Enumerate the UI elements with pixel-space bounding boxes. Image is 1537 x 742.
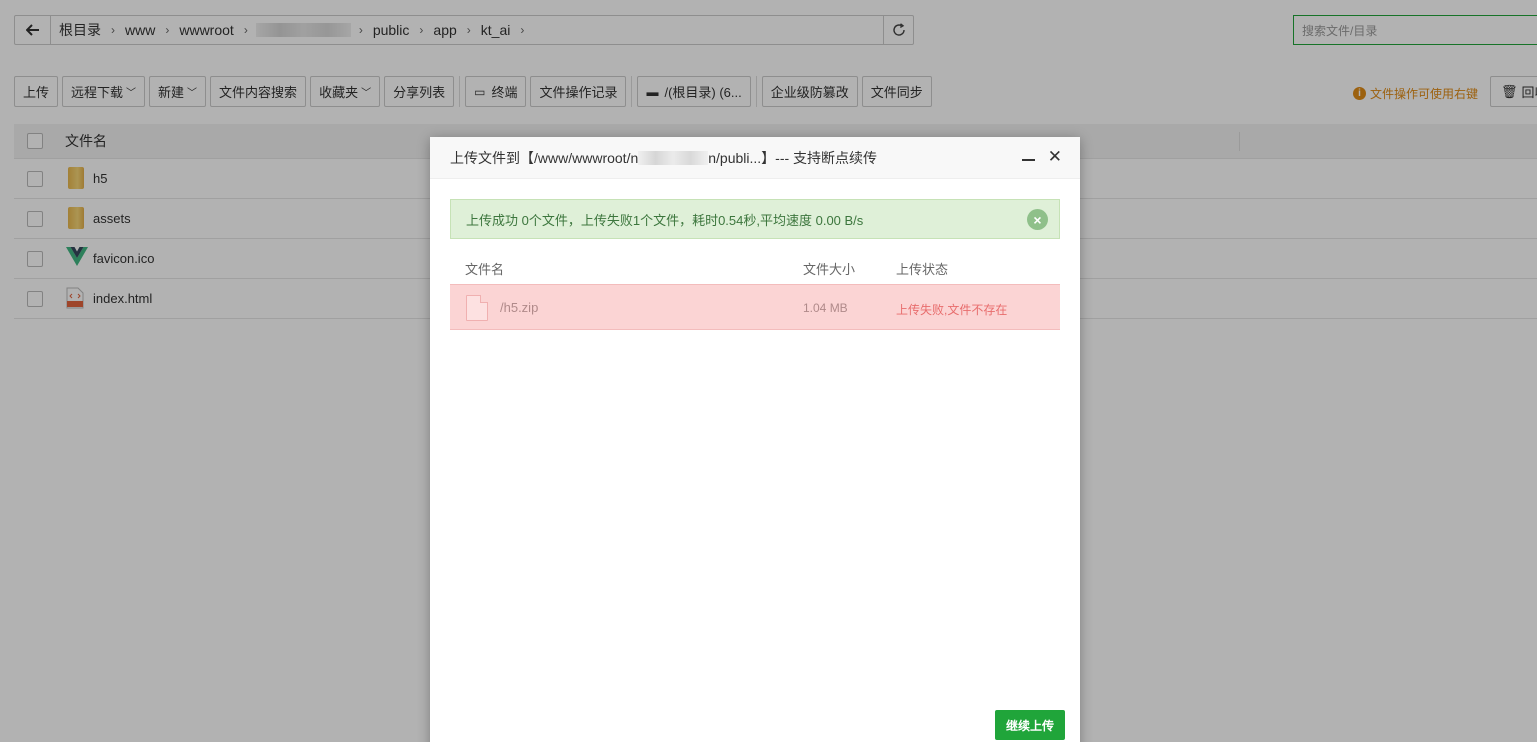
upload-file-name: /h5.zip — [500, 300, 539, 315]
upload-file-size: 1.04 MB — [803, 301, 848, 315]
close-icon: ✕ — [1047, 147, 1062, 166]
close-icon: × — [1033, 211, 1042, 228]
dialog-title: 上传文件到【/www/wwwroot/n n/publi...】--- 支持断点… — [430, 137, 1080, 179]
column-header-name: 文件名 — [465, 261, 505, 277]
column-header-status: 上传状态 — [896, 261, 949, 277]
alert-close-button[interactable]: × — [1027, 209, 1048, 230]
minimize-button[interactable] — [1020, 150, 1036, 166]
upload-result-alert: 上传成功 0个文件，上传失败1个文件，耗时0.54秒,平均速度 0.00 B/s… — [450, 199, 1060, 239]
column-header-size: 文件大小 — [803, 261, 856, 277]
upload-dialog: 上传文件到【/www/wwwroot/n n/publi...】--- 支持断点… — [430, 137, 1080, 742]
dialog-title-redacted — [638, 150, 709, 165]
file-icon — [466, 295, 488, 321]
close-button[interactable]: ✕ — [1047, 147, 1062, 166]
continue-upload-button[interactable]: 继续上传 — [995, 710, 1065, 740]
dialog-title-prefix: 上传文件到【/www/wwwroot/n — [450, 149, 639, 166]
dialog-title-suffix: n/publi...】--- 支持断点续传 — [708, 149, 878, 166]
upload-row-failed: /h5.zip 1.04 MB 上传失败,文件不存在 — [450, 284, 1060, 330]
alert-text: 上传成功 0个文件，上传失败1个文件，耗时0.54秒,平均速度 0.00 B/s — [466, 212, 864, 228]
upload-table-header: 文件名 文件大小 上传状态 — [450, 252, 1060, 284]
upload-status: 上传失败,文件不存在 — [896, 303, 1008, 317]
minimize-icon — [1021, 159, 1035, 161]
